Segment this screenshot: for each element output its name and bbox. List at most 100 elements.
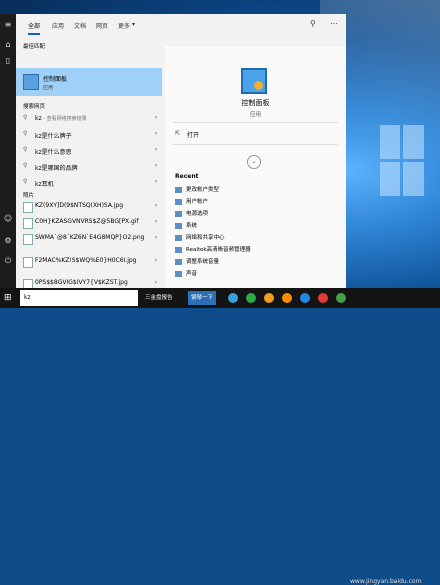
search-icon: ⚲ [23,178,28,185]
best-match-title: 控制面板 [43,76,68,83]
best-match-item[interactable]: 控制面板 应用 [16,68,162,96]
recent-item[interactable]: 系统 [175,221,197,229]
setting-icon [175,234,182,241]
preview-title: 控制面板 [241,99,270,107]
photo-result[interactable]: 0PS$$8GVIG$IVY7{V$KZST.jpg › [16,277,162,290]
watermark: www.jingyan.baidu.com [350,578,422,585]
recent-item[interactable]: 调整系统音量 [175,257,219,265]
chevron-right-icon[interactable]: › [155,114,157,121]
tab-more[interactable]: 更多 [118,21,130,30]
web-result-text: kz是什么意思 [35,149,72,156]
windows-logo [380,125,424,197]
taskbar-search-box[interactable]: kz [20,290,138,306]
app-icon[interactable] [336,293,346,303]
taskbar-app[interactable]: 钢琴一下 [188,291,217,305]
photos-header: 照片 [23,193,35,199]
recent-header: Recent [175,173,199,180]
chevron-right-icon[interactable]: › [155,130,157,137]
photo-result[interactable]: SWMA`@8`KZ6N`E4G8MQP}O2.png › [16,232,162,252]
setting-icon [175,198,182,205]
tab-web[interactable]: 网页 [96,21,108,30]
search-icon: ⚲ [23,146,28,153]
recent-item[interactable]: 声音 [175,269,197,277]
search-icon: ⚲ [23,162,28,169]
taskbar-app[interactable]: 三金盘报告 [142,291,176,305]
photo-name: 0PS$$8GVIG$IVY7{V$KZST.jpg [35,279,128,286]
best-match-subtitle: 应用 [43,85,54,91]
power-icon[interactable]: ⏻ [3,256,13,266]
divider [173,144,338,145]
web-result[interactable]: ⚲ kz是什么意思 › [16,144,162,157]
preview-pane: 控制面板 应用 ⇱ 打开 ⌄ Recent 更改帐户类型 用户帐户 电源选项 系… [165,46,346,288]
control-panel-icon [241,68,267,94]
tab-all[interactable]: 全部 [28,21,41,35]
web-result[interactable]: ⚲ kz是什么牌子 › [16,128,162,141]
menu-icon[interactable]: ≡ [3,20,13,30]
document-icon[interactable]: ▯ [3,56,13,66]
tab-apps[interactable]: 应用 [52,21,64,30]
feedback-icon[interactable]: ⚲ [310,19,316,28]
recent-item[interactable]: 用户帐户 [175,197,208,205]
windows-start-icon[interactable]: ⊞ [4,293,12,303]
web-result-text: kz是什么牌子 [35,133,72,140]
app-icon[interactable] [246,293,256,303]
recent-item[interactable]: 更改帐户类型 [175,185,219,193]
photo-name: C0H}KZASGVNVRS$Z@5BG[PX.gif [35,218,139,225]
chevron-right-icon[interactable]: › [155,202,157,209]
photo-name: KZ(9XY]D(9$NTSQ(XH)SA.jpg [35,202,124,209]
taskbar: ⊞ kz 三金盘报告 钢琴一下 www.jingyan.baidu.com [0,288,440,585]
photo-result[interactable]: C0H}KZASGVNVRS$Z@5BG[PX.gif › [16,216,162,230]
chevron-right-icon[interactable]: › [155,218,157,225]
browser-icon[interactable] [228,293,238,303]
recent-item[interactable]: 网络和共享中心 [175,233,225,241]
image-file-icon [23,202,33,213]
divider [173,122,338,123]
search-input[interactable]: kz [24,294,31,301]
home-icon[interactable]: ⌂ [3,40,13,50]
best-match-header: 最佳匹配 [23,44,46,50]
chevron-down-icon[interactable]: ▾ [132,21,135,28]
open-icon: ⇱ [175,130,181,137]
chevron-right-icon[interactable]: › [155,279,157,286]
photo-name: F2MAC%KZ!S$WQ%E0}H0C6I.jpg [35,257,137,264]
open-button[interactable]: 打开 [187,130,199,139]
user-icon[interactable]: ☺ [3,214,13,224]
app-icon[interactable] [300,293,310,303]
expand-chevron-icon[interactable]: ⌄ [247,155,261,169]
recent-item[interactable]: Realtek高清晰音频管理器 [175,245,251,253]
photo-name: SWMA`@8`KZ6N`E4G8MQP}O2.png [35,234,145,241]
setting-icon [175,258,182,265]
recent-item[interactable]: 电源选项 [175,209,208,217]
web-result[interactable]: ⚲ kz耳机 › [16,176,162,189]
setting-icon [175,222,182,229]
image-file-icon [23,218,33,229]
image-file-icon [23,257,33,268]
settings-icon[interactable]: ⚙ [3,236,13,246]
tab-docs[interactable]: 文档 [74,21,86,30]
setting-icon [175,246,182,253]
chevron-right-icon[interactable]: › [155,257,157,264]
photo-result[interactable]: KZ(9XY]D(9$NTSQ(XH)SA.jpg › [16,200,162,214]
chevron-right-icon[interactable]: › [155,178,157,185]
preview-subtitle: 应用 [249,112,261,118]
app-icon[interactable] [264,293,274,303]
control-panel-icon [23,74,39,90]
web-header: 搜索网页 [23,104,46,110]
web-result-sub: - 查看网络搜索结果 [41,116,87,122]
chevron-right-icon[interactable]: › [155,234,157,241]
chevron-right-icon[interactable]: › [155,146,157,153]
app-icon[interactable] [318,293,328,303]
web-result[interactable]: ⚲ kz - 查看网络搜索结果 › [16,112,162,125]
start-rail: ≡ ⌂ ▯ ☺ ⚙ ⏻ [0,14,16,288]
app-icon[interactable] [282,293,292,303]
more-options-icon[interactable]: ⋯ [330,19,338,28]
web-result-text: kz [35,115,42,122]
search-icon: ⚲ [23,130,28,137]
photo-result[interactable]: F2MAC%KZ!S$WQ%E0}H0C6I.jpg › [16,255,162,275]
setting-icon [175,270,182,277]
image-file-icon [23,234,33,245]
web-result-text: kz耳机 [35,181,54,188]
setting-icon [175,210,182,217]
web-result[interactable]: ⚲ kz是哪国的品牌 › [16,160,162,173]
chevron-right-icon[interactable]: › [155,162,157,169]
